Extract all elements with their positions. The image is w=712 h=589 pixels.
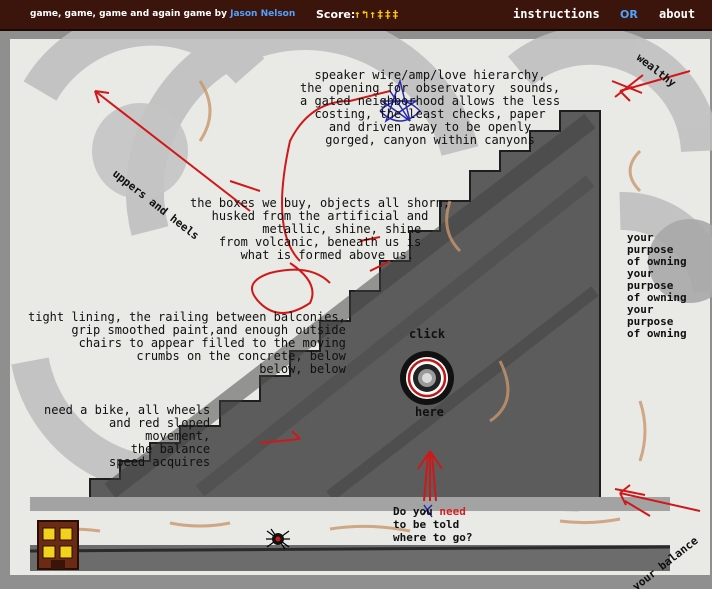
poem-boxes-we-buy: the boxes we buy, objects all shorn, hus… [190, 196, 451, 262]
poem-speaker-wire: speaker wire/amp/love hierarchy, the ope… [300, 68, 561, 147]
game-title: game, game, game and again game by Jason… [30, 0, 295, 29]
about-link[interactable]: about [659, 0, 695, 29]
instructions-link[interactable]: instructions [513, 0, 600, 29]
game-title-text: game, game, game and again game [30, 9, 212, 19]
poem-tight-lining: tight lining, the railing between balcon… [28, 310, 346, 376]
question-need: need [439, 505, 466, 518]
spider-icon [265, 528, 291, 550]
question-part3: where to go? [393, 531, 473, 544]
top-bar: game, game, game and again game by Jason… [0, 0, 712, 31]
game-canvas: speaker wire/amp/love hierarchy, the ope… [0, 31, 712, 589]
game-stage: game, game, game and again game by Jason… [0, 0, 712, 589]
question-part1: Do you [393, 505, 440, 518]
by-text: by [214, 9, 227, 19]
door-icon[interactable] [37, 520, 79, 570]
question-part2: to be told [393, 518, 460, 531]
poem-need-a-bike: need a bike, all wheels and red sloped m… [44, 403, 211, 469]
author-link[interactable]: Jason Nelson [230, 9, 295, 19]
here-label: here [415, 405, 444, 419]
or-separator: OR [620, 8, 638, 21]
target-button-icon[interactable] [399, 350, 455, 406]
poem-your-purpose: your purpose of owning your purpose of o… [627, 231, 687, 340]
click-label: click [409, 327, 446, 341]
score-value: ↑↰↑‡‡‡ [354, 8, 400, 21]
score-label: Score: [316, 8, 356, 21]
question-text: Do you need to be told where to go? [393, 505, 472, 544]
